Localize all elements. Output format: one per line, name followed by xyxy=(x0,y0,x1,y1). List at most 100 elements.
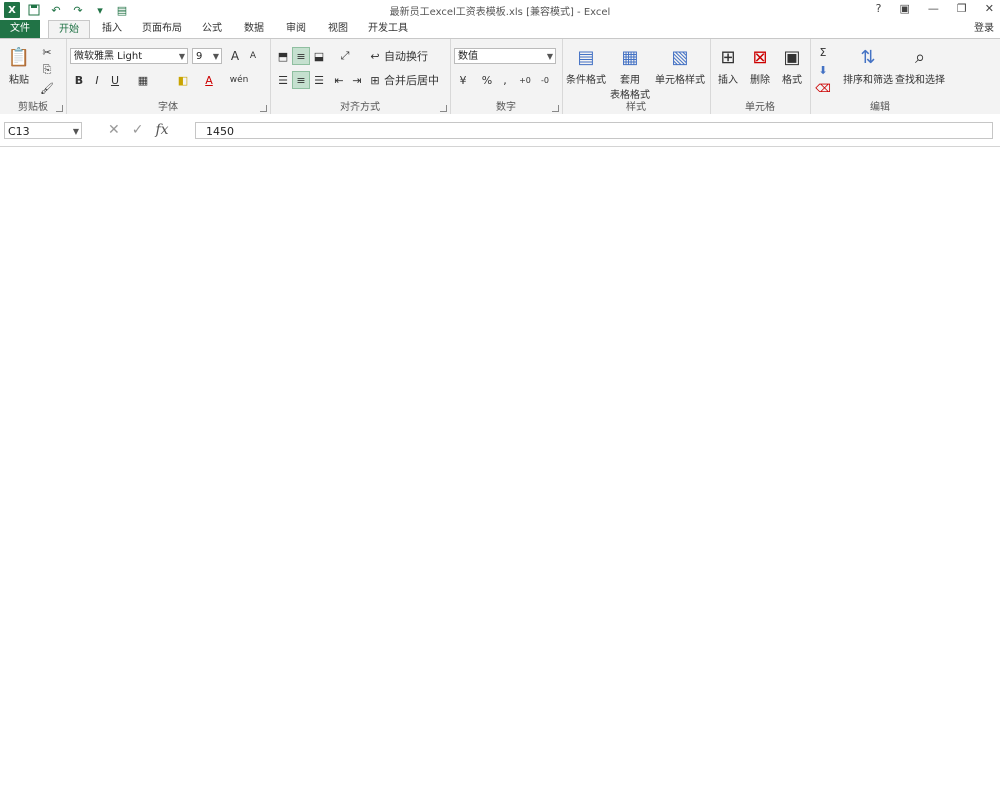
font-size-combo[interactable]: 9 ▼ xyxy=(192,48,222,64)
cut-icon[interactable]: ✂ xyxy=(38,43,56,61)
close-icon[interactable]: ✕ xyxy=(985,2,994,15)
font-label: 字体 xyxy=(158,102,178,113)
font-color-button[interactable]: A xyxy=(200,71,218,89)
align-bottom-icon[interactable]: ⬓ xyxy=(310,47,328,65)
wrap-text-icon[interactable]: ↩ xyxy=(366,47,384,65)
comma-button[interactable]: , xyxy=(496,71,514,89)
align-top-icon[interactable]: ⬒ xyxy=(274,47,292,65)
group-font: 微软雅黑 Light ▼ 9 ▼ A A B I U ▦ ◧ A wén 字体 xyxy=(66,39,271,115)
conditional-format-button[interactable]: ▤ 条件格式 xyxy=(564,43,608,87)
cell-styles-button[interactable]: ▧ 单元格样式 xyxy=(652,43,708,87)
grow-font-button[interactable]: A xyxy=(226,47,244,65)
shrink-font-button[interactable]: A xyxy=(244,47,262,65)
group-editing: Σ ⬇ ⌫ ⇅ 排序和筛选 ⌕ 查找和选择 编辑 xyxy=(810,39,950,115)
tab-view[interactable]: 视图 xyxy=(320,20,356,38)
binoculars-icon: ⌕ xyxy=(914,46,926,68)
bold-button[interactable]: B xyxy=(70,71,88,89)
dropdown-icon: ▼ xyxy=(72,127,79,136)
align-left-icon[interactable]: ☰ xyxy=(274,71,292,89)
cancel-icon[interactable]: ✕ xyxy=(108,122,120,138)
clear-icon[interactable]: ⌫ xyxy=(814,79,832,97)
editing-label: 编辑 xyxy=(870,102,890,113)
format-painter-icon[interactable]: 🖌 xyxy=(38,79,56,97)
minimize-icon[interactable]: — xyxy=(928,2,939,15)
login-link[interactable]: 登录 xyxy=(974,20,994,38)
format-as-table-button[interactable]: ▦ 套用 表格格式 xyxy=(610,43,650,102)
insert-cells-icon: ⊞ xyxy=(720,46,736,68)
autosum-icon[interactable]: Σ xyxy=(814,43,832,61)
dropdown-icon: ▼ xyxy=(178,52,185,61)
insert-function-button[interactable]: fx xyxy=(155,122,168,138)
formula-bar: C13 ▼ ✕ ✓ fx 1450 xyxy=(0,114,1000,147)
tab-page-layout[interactable]: 页面布局 xyxy=(136,20,188,38)
restore-icon[interactable]: ❐ xyxy=(957,2,967,15)
increase-indent-icon[interactable]: ⇥ xyxy=(348,71,366,89)
decrease-decimal-button[interactable]: -0 xyxy=(536,71,554,89)
group-alignment: ⬒ ≡ ⬓ ⤢ ↩ 自动换行 ☰ ≡ ☰ ⇤ ⇥ ⊞ 合并后居中 对齐方式 xyxy=(270,39,451,115)
format-cells-icon: ▣ xyxy=(783,46,801,68)
delete-cells-icon: ⊠ xyxy=(752,46,768,68)
paste-icon: 📋 xyxy=(7,46,31,68)
clipboard-launcher[interactable] xyxy=(56,105,63,112)
conditional-format-icon: ▤ xyxy=(577,46,595,68)
styles-label: 样式 xyxy=(626,102,646,113)
italic-button[interactable]: I xyxy=(88,71,106,89)
copy-icon[interactable]: ⎘ xyxy=(38,61,56,79)
align-center-icon[interactable]: ≡ xyxy=(292,71,310,89)
formula-buttons: ✕ ✓ fx xyxy=(108,122,169,138)
phonetic-button[interactable]: wén xyxy=(230,71,249,89)
alignment-launcher[interactable] xyxy=(440,105,447,112)
tab-data[interactable]: 数据 xyxy=(236,20,272,38)
window-controls: ? ▣ — ❐ ✕ xyxy=(876,2,994,15)
tab-home[interactable]: 开始 xyxy=(48,20,90,40)
font-launcher[interactable] xyxy=(260,105,267,112)
enter-icon[interactable]: ✓ xyxy=(132,122,144,138)
font-name-combo[interactable]: 微软雅黑 Light ▼ xyxy=(70,48,188,64)
sort-filter-button[interactable]: ⇅ 排序和筛选 xyxy=(842,43,894,87)
merge-center-icon[interactable]: ⊞ xyxy=(366,71,384,89)
number-format-combo[interactable]: 数值 ▼ xyxy=(454,48,556,64)
wrap-text-button[interactable]: 自动换行 xyxy=(384,47,428,65)
cell-styles-icon: ▧ xyxy=(671,46,689,68)
merge-center-button[interactable]: 合并后居中 xyxy=(384,71,439,89)
ribbon-display-icon[interactable]: ▣ xyxy=(900,2,910,15)
tab-developer[interactable]: 开发工具 xyxy=(362,20,414,38)
sort-filter-icon: ⇅ xyxy=(860,46,876,68)
name-box[interactable]: C13 ▼ xyxy=(4,122,82,139)
align-right-icon[interactable]: ☰ xyxy=(310,71,328,89)
tab-review[interactable]: 审阅 xyxy=(278,20,314,38)
dropdown-icon: ▼ xyxy=(212,52,219,61)
dropdown-icon: ▼ xyxy=(546,52,553,61)
tab-file[interactable]: 文件 xyxy=(0,20,40,38)
align-middle-icon[interactable]: ≡ xyxy=(292,47,310,65)
number-launcher[interactable] xyxy=(552,105,559,112)
tab-formulas[interactable]: 公式 xyxy=(194,20,230,38)
borders-icon[interactable]: ▦ xyxy=(134,71,152,89)
decrease-indent-icon[interactable]: ⇤ xyxy=(330,71,348,89)
format-as-table-icon: ▦ xyxy=(621,46,639,68)
group-cells: ⊞ 插入 ⊠ 删除 ▣ 格式 单元格 xyxy=(710,39,811,115)
percent-button[interactable]: % xyxy=(478,71,496,89)
formula-input[interactable]: 1450 xyxy=(195,122,993,139)
number-label: 数字 xyxy=(496,102,516,113)
title-bar: X ↶ ↷ ▾ ▤ 最新员工excel工资表模板.xls [兼容模式] - Ex… xyxy=(0,0,1000,21)
fill-icon[interactable]: ⬇ xyxy=(814,61,832,79)
underline-button[interactable]: U xyxy=(106,71,124,89)
group-number: 数值 ▼ ¥ % , +0 -0 数字 xyxy=(450,39,563,115)
alignment-label: 对齐方式 xyxy=(340,102,380,113)
cells-label: 单元格 xyxy=(745,102,775,113)
delete-cells-button[interactable]: ⊠ 删除 xyxy=(744,43,776,87)
increase-decimal-button[interactable]: +0 xyxy=(516,71,534,89)
currency-button[interactable]: ¥ xyxy=(454,71,472,89)
orientation-icon[interactable]: ⤢ xyxy=(336,47,354,65)
help-icon[interactable]: ? xyxy=(876,2,882,15)
tab-insert[interactable]: 插入 xyxy=(94,20,130,38)
insert-cells-button[interactable]: ⊞ 插入 xyxy=(712,43,744,87)
find-select-button[interactable]: ⌕ 查找和选择 xyxy=(894,43,946,87)
ribbon-home: 📋 粘贴 ✂ ⎘ 🖌 剪贴板 微软雅黑 Light ▼ 9 ▼ A A B I U … xyxy=(0,38,1000,116)
format-cells-button[interactable]: ▣ 格式 xyxy=(776,43,808,87)
fill-color-icon[interactable]: ◧ xyxy=(174,71,192,89)
paste-button[interactable]: 📋 粘贴 xyxy=(4,43,34,87)
group-clipboard: 📋 粘贴 ✂ ⎘ 🖌 剪贴板 xyxy=(0,39,67,115)
group-styles: ▤ 条件格式 ▦ 套用 表格格式 ▧ 单元格样式 样式 xyxy=(562,39,711,115)
